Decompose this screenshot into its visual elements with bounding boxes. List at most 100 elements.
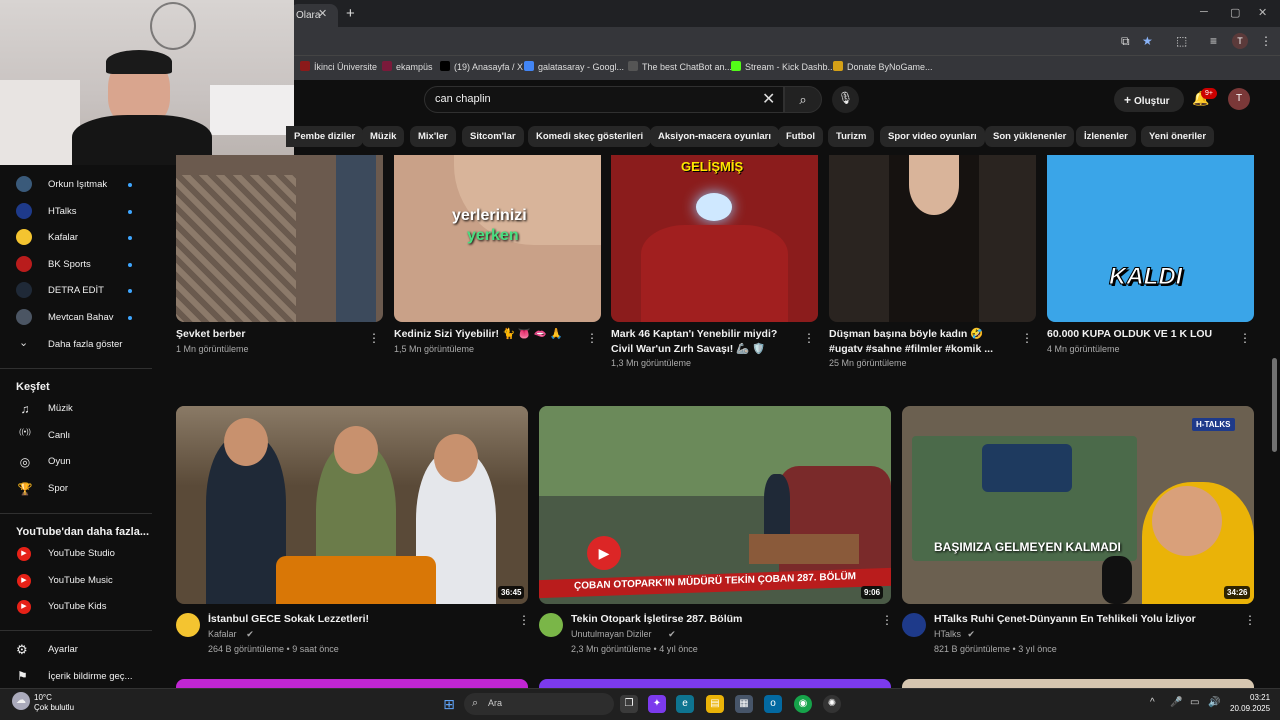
- window-close-icon[interactable]: ✕: [1258, 6, 1267, 19]
- report-history-item[interactable]: ⚑ İçerik bildirme geç...: [0, 665, 152, 691]
- bookmark-item[interactable]: Stream - Kick Dashb...: [731, 61, 835, 72]
- browser-menu-icon[interactable]: ⋮: [1260, 34, 1272, 48]
- channel-name[interactable]: HTalks: [934, 629, 961, 639]
- more-vert-icon[interactable]: ⋮: [368, 331, 380, 345]
- more-vert-icon[interactable]: ⋮: [881, 613, 893, 627]
- video-title[interactable]: Düşman başına böyle kadın 🤣 #ugatv #sahn…: [829, 327, 1011, 357]
- chatgpt-icon[interactable]: ✺: [823, 695, 841, 713]
- sidebar-more-item[interactable]: ▶ YouTube Music: [0, 569, 152, 595]
- video-title[interactable]: 60.000 KUPA OLDUK VE 1 K LOU: [1047, 327, 1229, 342]
- tray-chevron-icon[interactable]: ^: [1150, 697, 1155, 708]
- channel-name[interactable]: Kafalar: [208, 629, 237, 639]
- video-thumbnail[interactable]: ▶ ÇOBAN OTOPARK'IN MÜDÜRÜ TEKİN ÇOBAN 287…: [539, 406, 891, 604]
- settings-item[interactable]: ⚙ Ayarlar: [0, 638, 152, 664]
- video-title[interactable]: Kediniz Sizi Yiyebilir! 🐈 👅 🫦 🙏: [394, 327, 576, 342]
- more-vert-icon[interactable]: ⋮: [803, 331, 815, 345]
- account-avatar[interactable]: T: [1228, 88, 1250, 110]
- extensions-icon[interactable]: ⬚: [1176, 34, 1187, 48]
- chip-filter[interactable]: Turizm: [828, 126, 875, 147]
- sidebar-explore-item[interactable]: 🏆 Spor: [0, 477, 152, 503]
- video-title[interactable]: İstanbul GECE Sokak Lezzetleri!: [208, 612, 518, 627]
- channel-avatar[interactable]: [176, 613, 200, 637]
- tray-network-icon[interactable]: ▭: [1190, 697, 1199, 708]
- file-explorer-icon[interactable]: ▤: [706, 695, 724, 713]
- video-thumbnail[interactable]: KALDI: [1047, 155, 1254, 322]
- task-view-icon[interactable]: ❐: [620, 695, 638, 713]
- bookmark-star-icon[interactable]: ★: [1142, 34, 1153, 48]
- bookmark-item[interactable]: İkinci Üniversite: [300, 61, 377, 72]
- search-input[interactable]: can chaplin: [424, 86, 784, 113]
- video-title[interactable]: HTalks Ruhi Çenet-Dünyanın En Tehlikeli …: [934, 612, 1244, 627]
- more-vert-icon[interactable]: ⋮: [518, 613, 530, 627]
- chip-filter[interactable]: Sitcom'lar: [462, 126, 524, 147]
- bookmark-item[interactable]: The best ChatBot an...: [628, 61, 732, 72]
- reading-list-icon[interactable]: ≡: [1210, 34, 1217, 48]
- chip-filter[interactable]: Son yüklenenler: [985, 126, 1075, 147]
- clear-search-icon[interactable]: ✕: [762, 89, 775, 109]
- sidebar-subscription[interactable]: Orkun Işıtmak: [0, 173, 152, 199]
- video-thumbnail[interactable]: GELİŞMİŞ: [611, 155, 818, 322]
- chip-filter[interactable]: Aksiyon-macera oyunları: [650, 126, 779, 147]
- more-vert-icon[interactable]: ⋮: [1021, 331, 1033, 345]
- search-button[interactable]: ⌕: [784, 86, 822, 113]
- chip-filter[interactable]: Müzik: [362, 126, 405, 147]
- more-vert-icon[interactable]: ⋮: [586, 331, 598, 345]
- tray-volume-icon[interactable]: 🔊: [1208, 697, 1220, 708]
- store-icon[interactable]: ▦: [735, 695, 753, 713]
- tray-mic-icon[interactable]: 🎤: [1170, 697, 1182, 708]
- edge-icon[interactable]: e: [676, 695, 694, 713]
- sidebar-explore-item[interactable]: ((•)) Canlı: [0, 424, 152, 450]
- new-tab-icon[interactable]: +: [346, 5, 355, 22]
- bookmark-item[interactable]: Donate ByNoGame...: [833, 61, 933, 72]
- video-thumbnail-partial[interactable]: [539, 679, 891, 688]
- windows-start-icon[interactable]: ⊞: [440, 695, 458, 713]
- chip-filter[interactable]: Mix'ler: [410, 126, 456, 147]
- maximize-icon[interactable]: ▢: [1230, 6, 1240, 19]
- chip-filter[interactable]: Yeni öneriler: [1141, 126, 1215, 147]
- video-title[interactable]: Şevket berber: [176, 327, 358, 342]
- video-title[interactable]: Tekin Otopark İşletirse 287. Bölüm: [571, 612, 881, 627]
- browser-tab[interactable]: Olara: [290, 4, 338, 27]
- copilot-icon[interactable]: ✦: [648, 695, 666, 713]
- sidebar-explore-item[interactable]: ♫ Müzik: [0, 397, 152, 423]
- sidebar-more-item[interactable]: ▶ YouTube Studio: [0, 542, 152, 568]
- sidebar-subscription[interactable]: HTalks: [0, 200, 152, 226]
- more-vert-icon[interactable]: ⋮: [1244, 613, 1256, 627]
- voice-search-button[interactable]: 🎙: [832, 86, 859, 113]
- chrome-icon[interactable]: ◉: [794, 695, 812, 713]
- sidebar-subscription[interactable]: BK Sports: [0, 253, 152, 279]
- taskbar-clock[interactable]: 03:21 20.09.2025: [1230, 692, 1270, 714]
- video-title[interactable]: Mark 46 Kaptan'ı Yenebilir miydi? Civil …: [611, 327, 793, 357]
- sidebar-subscription[interactable]: Kafalar: [0, 226, 152, 252]
- chip-filter[interactable]: Spor video oyunları: [880, 126, 985, 147]
- bookmark-item[interactable]: galatasaray - Googl...: [524, 61, 624, 72]
- taskbar-search[interactable]: Ara: [464, 693, 614, 715]
- tab-close-icon[interactable]: ✕: [318, 7, 327, 20]
- bookmark-item[interactable]: ekampüs: [382, 61, 433, 72]
- sidebar-subscription[interactable]: DETRA EDİT: [0, 279, 152, 305]
- chip-filter[interactable]: Futbol: [778, 126, 824, 147]
- page-scrollbar[interactable]: [1272, 358, 1277, 452]
- sidebar-subscription[interactable]: Mevtcan Bahav: [0, 306, 152, 332]
- chip-filter[interactable]: Komedi skeç gösterileri: [528, 126, 652, 147]
- sidebar-explore-item[interactable]: ◎ Oyun: [0, 450, 152, 476]
- more-vert-icon[interactable]: ⋮: [1239, 331, 1251, 345]
- video-thumbnail-partial[interactable]: [176, 679, 528, 688]
- video-thumbnail[interactable]: [829, 155, 1036, 322]
- chip-filter[interactable]: Pembe diziler: [286, 126, 364, 147]
- minimize-icon[interactable]: ─: [1200, 6, 1208, 18]
- cast-icon[interactable]: ⧉: [1121, 34, 1130, 49]
- outlook-icon[interactable]: o: [764, 695, 782, 713]
- video-thumbnail[interactable]: [176, 155, 383, 322]
- channel-avatar[interactable]: [902, 613, 926, 637]
- create-button[interactable]: + Oluştur: [1114, 87, 1184, 112]
- weather-icon[interactable]: ☁: [12, 692, 30, 710]
- chip-filter[interactable]: İzlenenler: [1076, 126, 1136, 147]
- weather-widget[interactable]: 10°C Çok bulutlu: [34, 693, 74, 713]
- show-more-button[interactable]: ⌄ Daha fazla göster: [0, 333, 152, 359]
- video-thumbnail[interactable]: [176, 406, 528, 604]
- bookmark-item[interactable]: (19) Anasayfa / X: [440, 61, 523, 72]
- video-thumbnail[interactable]: yerlerinizi yerken: [394, 155, 601, 322]
- channel-avatar[interactable]: [539, 613, 563, 637]
- channel-name[interactable]: Unutulmayan Diziler: [571, 629, 652, 639]
